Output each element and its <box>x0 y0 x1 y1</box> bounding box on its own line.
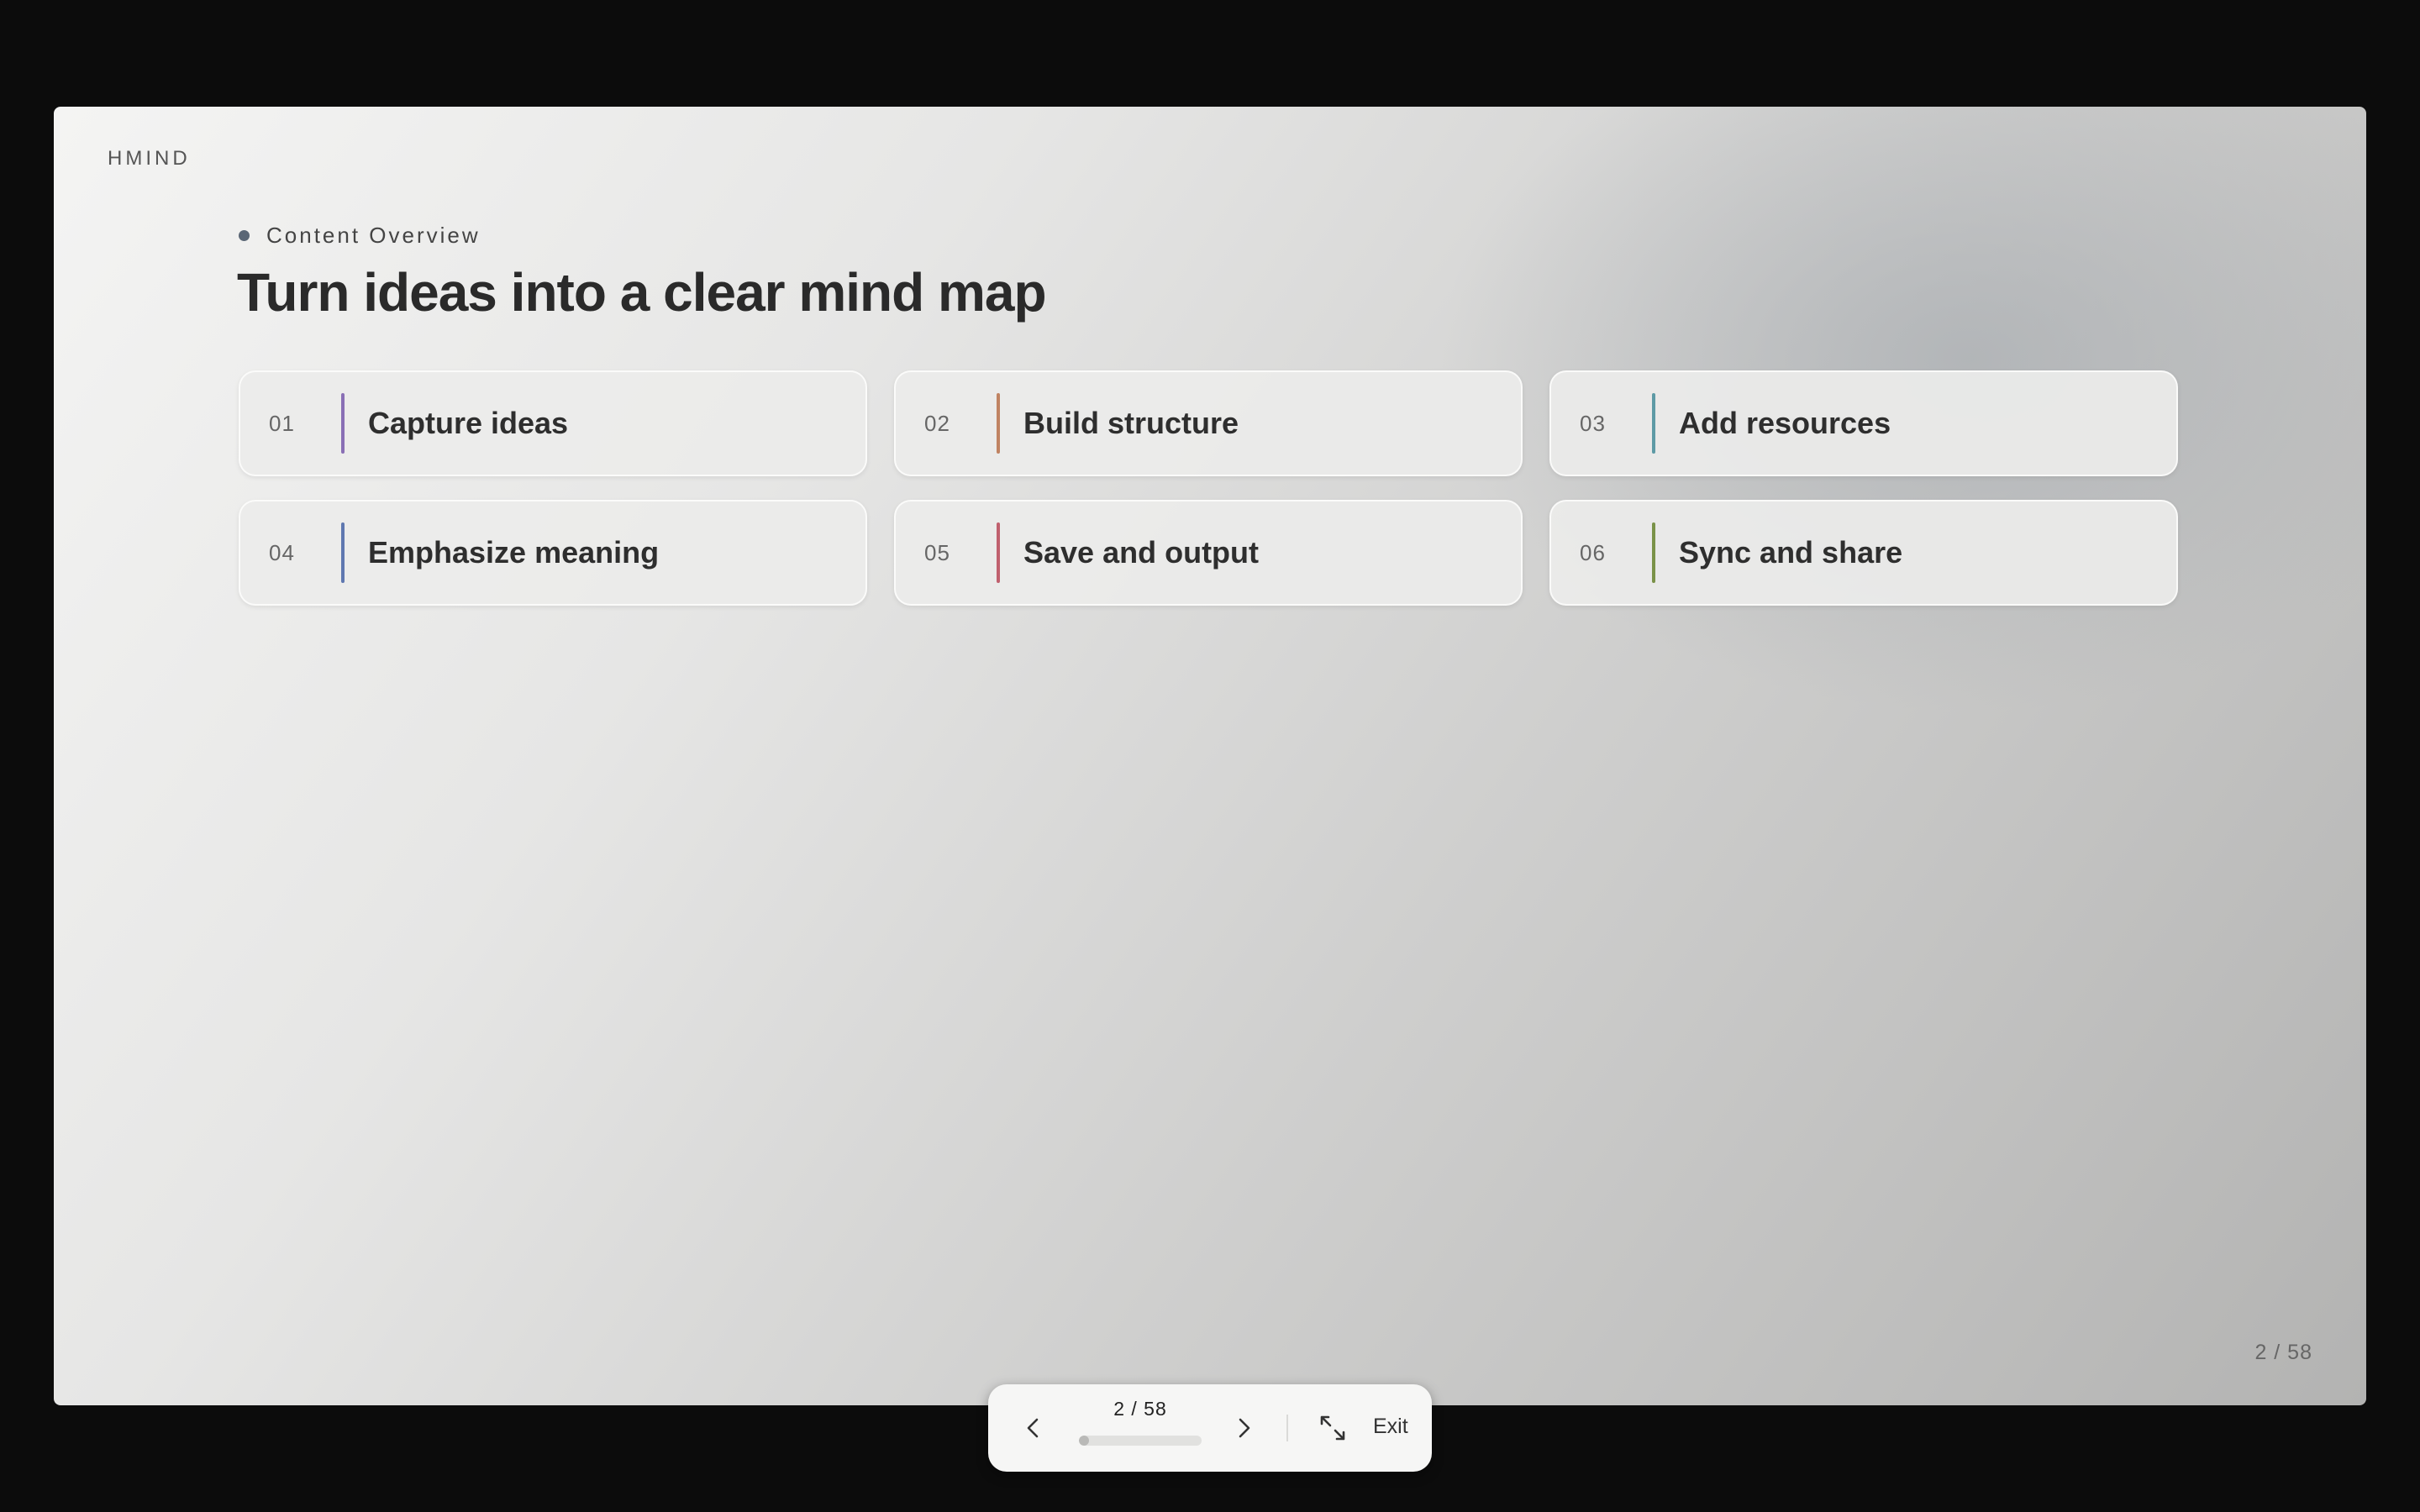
fullscreen-button[interactable] <box>1311 1406 1355 1450</box>
topic-card-accent-bar <box>1652 522 1655 583</box>
topic-card-accent-bar <box>1652 393 1655 454</box>
topic-card-number: 04 <box>269 539 295 565</box>
topic-card-label: Capture ideas <box>368 406 569 440</box>
section-dot-icon <box>239 230 250 241</box>
topic-card-accent-bar <box>341 522 345 583</box>
topic-card-number: 06 <box>1580 539 1606 565</box>
chevron-right-icon <box>1239 1418 1250 1438</box>
slide-page-indicator: 2 / 58 <box>2254 1341 2312 1364</box>
progress-fill <box>1079 1436 1089 1446</box>
topic-card: 06 Sync and share <box>1549 500 2178 606</box>
topic-card-accent-bar <box>341 393 345 454</box>
topic-card: 03 Add resources <box>1549 370 2178 476</box>
topic-card: 04 Emphasize meaning <box>239 500 867 606</box>
progress-track[interactable] <box>1079 1436 1202 1446</box>
topic-card-accent-bar <box>997 393 1000 454</box>
topic-card: 02 Build structure <box>894 370 1523 476</box>
presentation-slide: HMIND Content Overview Turn ideas into a… <box>54 107 2366 1405</box>
topic-card-grid: 01 Capture ideas 02 Build structure 03 A… <box>239 370 2181 606</box>
topic-card-label: Add resources <box>1679 406 1891 440</box>
topic-card-label: Build structure <box>1023 406 1239 440</box>
topic-card-label: Save and output <box>1023 535 1260 570</box>
topic-card-number: 02 <box>924 410 950 436</box>
previous-slide-button[interactable] <box>1012 1406 1055 1450</box>
chevron-left-icon <box>1027 1418 1039 1438</box>
slide-counter: 2 / 58 <box>1113 1398 1167 1420</box>
expand-arrows-icon <box>1320 1415 1345 1441</box>
topic-card-label: Emphasize meaning <box>368 535 660 570</box>
exit-button[interactable]: Exit <box>1373 1415 1408 1439</box>
next-slide-button[interactable] <box>1222 1406 1265 1450</box>
topic-card-accent-bar <box>997 522 1000 583</box>
topic-card: 05 Save and output <box>894 500 1523 606</box>
topic-card-number: 05 <box>924 539 950 565</box>
topic-card-number: 01 <box>269 410 295 436</box>
slide-title: Turn ideas into a clear mind map <box>237 262 1047 323</box>
topic-card: 01 Capture ideas <box>239 370 867 476</box>
brand-logo-text: HMIND <box>108 147 191 170</box>
section-label-text: Content Overview <box>266 223 481 248</box>
presentation-controls: 2 / 58 Exit <box>988 1384 1432 1472</box>
topic-card-label: Sync and share <box>1679 535 1903 570</box>
slide-progress: 2 / 58 <box>1079 1398 1202 1446</box>
section-label: Content Overview <box>239 223 481 249</box>
controls-divider <box>1286 1415 1288 1441</box>
topic-card-number: 03 <box>1580 410 1606 436</box>
